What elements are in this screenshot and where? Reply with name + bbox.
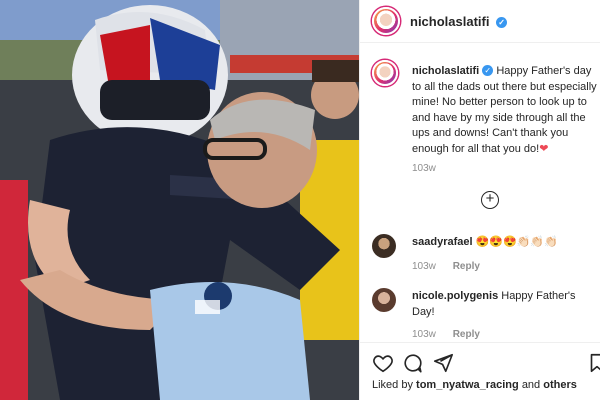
comment-meta: 103w Reply (412, 261, 494, 272)
comment-timestamp[interactable]: 103w (412, 329, 436, 340)
post-detail-panel: nicholaslatifi ✓ nicholaslatifi ✓ Happy F… (359, 0, 600, 400)
photo-illustration (0, 0, 359, 400)
liked-by-prefix: Liked by (372, 379, 413, 391)
caption-body: Happy Father's day to all the dads out t… (412, 65, 597, 155)
reply-button[interactable]: Reply (453, 329, 480, 340)
liked-by-others[interactable]: others (543, 379, 577, 391)
bookmark-icon[interactable] (586, 352, 600, 374)
commenter-avatar[interactable] (372, 234, 396, 258)
heart-icon[interactable] (372, 352, 394, 374)
post-actions: Liked by tom_nyatwa_racing and others (360, 342, 600, 400)
post-photo[interactable] (0, 0, 359, 400)
caption-verified-icon: ✓ (482, 65, 494, 76)
red-heart-emoji: ❤ (539, 142, 549, 155)
reply-button[interactable]: Reply (453, 261, 480, 272)
liked-by-user[interactable]: tom_nyatwa_racing (416, 379, 519, 391)
comment-body: 😍😍😍👏🏻👏🏻👏🏻 (475, 236, 558, 248)
commenter-avatar[interactable] (372, 288, 396, 312)
commenter-username[interactable]: saadyrafael (412, 236, 473, 248)
liked-by-joiner: and (521, 379, 541, 391)
add-comment-icon[interactable]: + (481, 191, 499, 209)
caption-text: nicholaslatifi ✓ Happy Father's day to al… (412, 64, 600, 158)
send-icon[interactable] (432, 352, 454, 374)
author-username[interactable]: nicholaslatifi ✓ (410, 14, 508, 29)
comment-timestamp[interactable]: 103w (412, 261, 436, 272)
comment-meta: 103w Reply (412, 329, 494, 340)
author-username-text[interactable]: nicholaslatifi (410, 14, 489, 29)
author-avatar[interactable] (372, 7, 400, 35)
caption-username[interactable]: nicholaslatifi (412, 65, 479, 77)
verified-badge-icon: ✓ (496, 16, 508, 28)
likes-summary: Liked by tom_nyatwa_racing and others (372, 379, 577, 391)
post-header: nicholaslatifi ✓ (360, 0, 600, 43)
comment-text: nicole.polygenis Happy Father's Day! (412, 288, 582, 320)
comment-icon[interactable] (402, 352, 424, 374)
caption-avatar[interactable] (372, 60, 398, 86)
commenter-username[interactable]: nicole.polygenis (412, 290, 498, 302)
comment-text: saadyrafael 😍😍😍👏🏻👏🏻👏🏻 (412, 234, 582, 250)
caption-timestamp[interactable]: 103w (412, 163, 436, 174)
